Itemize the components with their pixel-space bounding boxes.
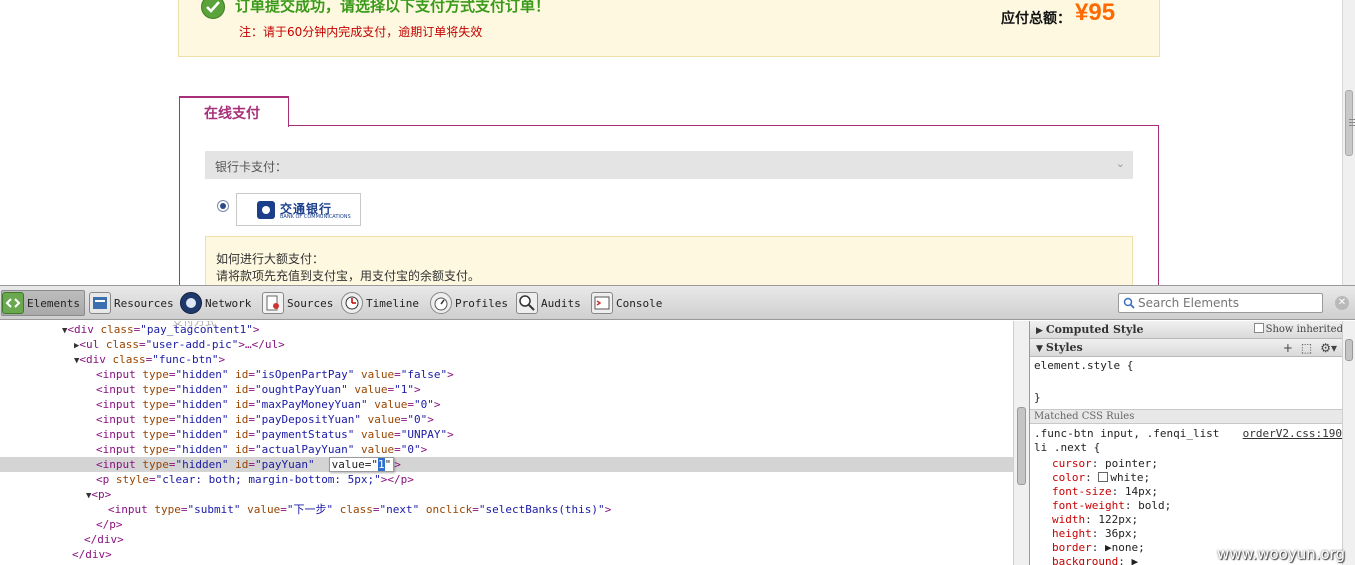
matched-css-rules-header: Matched CSS Rules [1030, 409, 1342, 424]
tab-online-payment-label: 在线支付 [204, 106, 260, 122]
audits-icon [516, 292, 538, 314]
attribute-edit-box[interactable]: value="1" [328, 457, 395, 472]
element-style-close: } [1034, 391, 1041, 404]
dom-node[interactable]: <p style="clear: both; margin-bottom: 5p… [0, 472, 1013, 487]
elements-icon [2, 292, 24, 314]
payment-deadline-note: 注：请于60分钟内完成支付，逾期订单将失效 [239, 25, 483, 39]
gear-icon[interactable]: ⚙▾ [1320, 341, 1337, 355]
dom-node[interactable]: <input type="hidden" id="actualPayYuan" … [0, 442, 1013, 457]
tab-audits-label: Audits [541, 296, 581, 310]
tab-console-label: Console [616, 296, 663, 310]
tab-sources[interactable]: Sources [262, 290, 333, 316]
add-rule-icon[interactable]: + [1283, 341, 1293, 355]
show-inherited-toggle[interactable]: Show inherited [1253, 321, 1342, 339]
timeline-icon [341, 292, 363, 314]
dom-node[interactable]: ▶<ul class="user-add-pic">…</ul> [0, 337, 1013, 352]
expand-triangle-icon[interactable]: ▼ [1036, 344, 1043, 354]
web-page-viewport: 订单提交成功，请选择以下支付方式支付订单！ 注：请于60分钟内完成支付，逾期订单… [0, 0, 1342, 285]
dom-node[interactable]: <input type="hidden" id="paymentStatus" … [0, 427, 1013, 442]
css-property[interactable]: color: white; [1052, 471, 1150, 484]
tab-network[interactable]: Network [180, 290, 251, 316]
show-inherited-checkbox[interactable] [1253, 323, 1264, 333]
css-selector-continued: li .next { [1034, 441, 1101, 454]
order-success-banner: 订单提交成功，请选择以下支付方式支付订单！ 注：请于60分钟内完成支付，逾期订单… [178, 0, 1160, 57]
search-elements-box[interactable] [1118, 293, 1323, 313]
css-source-link[interactable]: orderV2.css:190 [1243, 427, 1342, 440]
tab-network-label: Network [205, 296, 252, 310]
tab-timeline-label: Timeline [366, 296, 419, 310]
bank-card-section-toggle[interactable]: 银行卡支付： ⌄ [205, 151, 1133, 179]
dom-node[interactable]: <input type="submit" value="下一步" class="… [0, 502, 1013, 517]
styles-sidebar-scrollbar[interactable] [1342, 321, 1355, 565]
order-success-title: 订单提交成功，请选择以下支付方式支付订单！ [235, 0, 551, 15]
search-elements-input[interactable] [1138, 295, 1318, 311]
dom-node[interactable]: ▼<div class="func-btn"> [0, 352, 1013, 367]
large-payment-tips: 如何进行大额支付： 请将款项先充值到支付宝，用支付宝的余额支付。 [205, 236, 1133, 285]
watermark: www.wooyun.org [1217, 545, 1346, 563]
bank-logo-english: BANK OF COMMUNICATIONS [280, 214, 351, 220]
tab-resources-label: Resources [114, 296, 174, 310]
dom-node[interactable]: <input type="hidden" id="oughtPayYuan" v… [0, 382, 1013, 397]
styles-sidebar-scrollbar-thumb[interactable] [1345, 339, 1353, 361]
bank-of-communications-option[interactable]: 交通银行 BANK OF COMMUNICATIONS [236, 193, 361, 226]
dom-node[interactable]: <input type="hidden" id="payDepositYuan"… [0, 412, 1013, 427]
tab-profiles-label: Profiles [455, 296, 508, 310]
bank-card-section-label: 银行卡支付： [215, 160, 288, 174]
element-style-open[interactable]: element.style { [1034, 359, 1133, 372]
tab-elements[interactable]: Elements [1, 290, 85, 316]
collapse-triangle-icon[interactable]: ▶ [1036, 326, 1043, 336]
dom-tree-panel: 支付方式 ▼<div class="pay_tagcontent1"> ▶<ul… [0, 321, 1013, 565]
dom-node[interactable]: ▼<div class="pay_tagcontent1"> [0, 322, 1013, 337]
css-property[interactable]: width: 122px; [1052, 513, 1138, 526]
amount-due-value: ¥95 [1075, 0, 1116, 26]
computed-style-header[interactable]: ▶ Computed Style Show inherited [1030, 321, 1342, 339]
page-scrollbar[interactable] [1342, 0, 1355, 285]
dom-node[interactable]: </div> [0, 532, 1013, 547]
tab-console[interactable]: Console [591, 290, 662, 316]
amount-due-label: 应付总额： [1001, 11, 1071, 27]
tab-audits[interactable]: Audits [516, 290, 581, 316]
css-selector: .func-btn input, .fenqi_list [1034, 427, 1220, 440]
tab-profiles[interactable]: Profiles [430, 290, 508, 316]
tab-sources-label: Sources [287, 296, 334, 310]
tips-title: 如何进行大额支付： [216, 252, 325, 266]
chevron-down-icon[interactable]: ⌄ [1116, 157, 1125, 170]
network-icon [180, 292, 202, 314]
element-state-icon[interactable]: ⬚ [1301, 341, 1312, 355]
resources-icon [89, 292, 111, 314]
console-icon [591, 292, 613, 314]
styles-sidebar: ▶ Computed Style Show inherited ▼ Styles +… [1029, 321, 1342, 565]
tab-elements-label: Elements [27, 296, 80, 310]
tab-resources[interactable]: Resources [89, 290, 174, 316]
dom-node[interactable]: <input type="hidden" id="isOpenPartPay" … [0, 367, 1013, 382]
tips-text: 请将款项先充值到支付宝，用支付宝的余额支付。 [216, 269, 481, 283]
css-property[interactable]: border: ▶none; [1052, 541, 1145, 554]
dom-node[interactable]: </p> [0, 517, 1013, 532]
devtools-toolbar: Elements Resources Network Sources Timel… [0, 285, 1355, 320]
dom-node[interactable]: </div> [0, 547, 1013, 562]
css-property[interactable]: font-weight: bold; [1052, 499, 1171, 512]
bank-of-communications-logo-icon [257, 201, 275, 219]
dom-tree-scrollbar-thumb[interactable] [1017, 407, 1026, 485]
color-swatch[interactable] [1098, 472, 1109, 482]
profiles-icon [430, 292, 452, 314]
checkmark-icon [201, 0, 225, 19]
page-scrollbar-thumb[interactable] [1345, 90, 1355, 156]
styles-header[interactable]: ▼ Styles + ⬚ ⚙▾ [1030, 339, 1342, 357]
tab-timeline[interactable]: Timeline [341, 290, 419, 316]
sources-icon [262, 292, 284, 314]
dom-node[interactable]: <input type="hidden" id="maxPayMoneyYuan… [0, 397, 1013, 412]
close-icon[interactable]: ✕ [1335, 296, 1349, 310]
css-property[interactable]: height: 36px; [1052, 527, 1138, 540]
bank-radio-button[interactable] [217, 200, 229, 212]
search-icon [1123, 297, 1135, 309]
dom-node[interactable]: ▼<p> [0, 487, 1013, 502]
dom-tree-scrollbar[interactable] [1013, 321, 1029, 565]
css-property[interactable]: cursor: pointer; [1052, 457, 1158, 470]
css-property[interactable]: background: ▶ [1052, 555, 1138, 565]
css-property[interactable]: font-size: 14px; [1052, 485, 1158, 498]
tab-online-payment[interactable]: 在线支付 [179, 96, 289, 127]
dom-node-selected[interactable]: <input type="hidden" id="payYuan" value="… [0, 457, 1013, 472]
